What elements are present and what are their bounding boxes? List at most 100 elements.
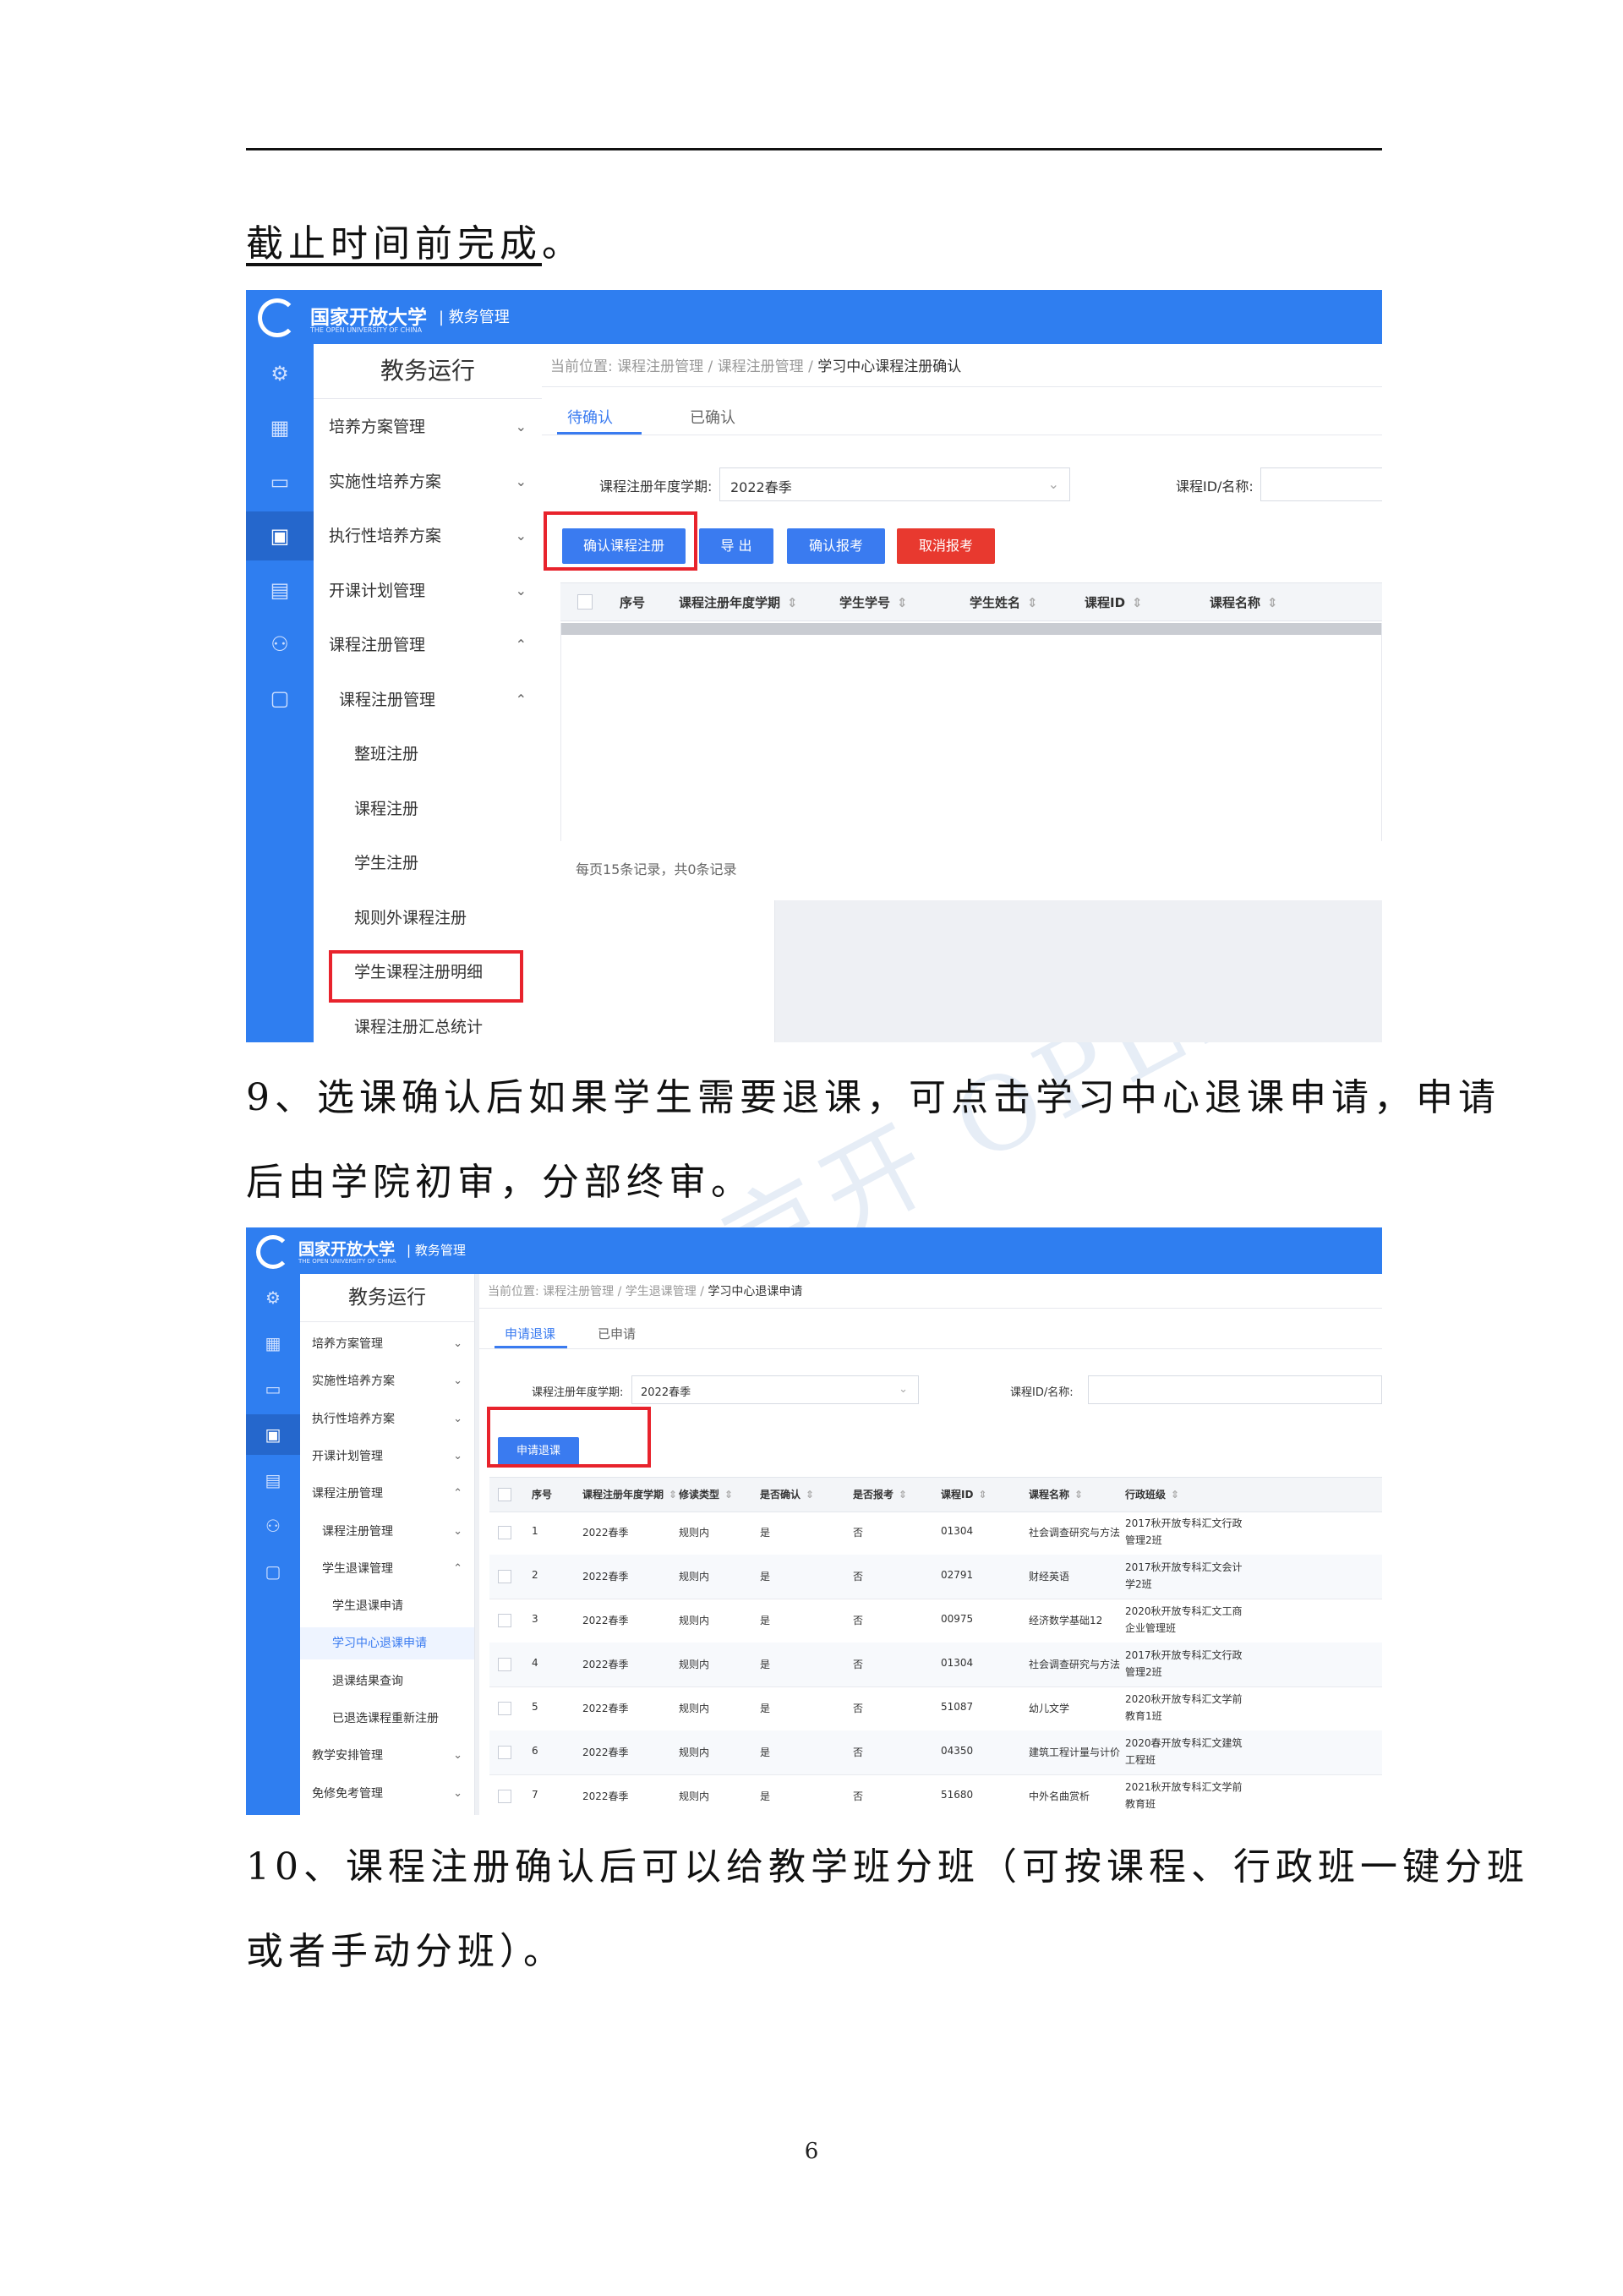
sidebar-item[interactable]: 课程注册 [314,789,542,829]
sidebar-group-item[interactable]: 实施性培养方案 ⌄ [314,462,542,502]
breadcrumb-item[interactable]: 学生退课管理 [626,1285,697,1298]
column-header[interactable]: 行政班级 ⇕ [1125,1487,1179,1501]
column-header[interactable]: 课程注册年度学期 ⇕ [679,593,798,611]
people-icon[interactable]: ⚇ [246,620,314,669]
row-checkbox[interactable] [498,1746,511,1759]
column-header[interactable]: 课程名称 ⇕ [1210,593,1278,611]
sort-icon[interactable]: ⇕ [1027,595,1038,610]
sidebar-item[interactable]: 课程注册管理 ⌃ [300,1478,474,1510]
tab-apply-withdraw[interactable]: 申请退课 [505,1325,555,1342]
course-id-input[interactable] [1260,467,1382,501]
column-header[interactable]: 是否报考 ⇕ [853,1487,907,1501]
term-select[interactable]: 2022春季 ⌄ [719,467,1070,501]
row-checkbox[interactable] [498,1702,511,1715]
column-header[interactable]: 是否确认 ⇕ [760,1487,814,1501]
sidebar-item[interactable]: 教学安排管理 ⌄ [300,1740,474,1772]
sidebar-group-item[interactable]: 开课计划管理 ⌄ [314,571,542,611]
gear-icon[interactable]: ⚙ [246,1277,300,1318]
sidebar-item[interactable]: 培养方案管理 ⌄ [300,1328,474,1360]
table-row[interactable]: 1 2022春季 规则内 是 否 01304 社会调查研究与方法 2017秋开放专科汇文行政管… [489,1511,1382,1555]
sort-icon[interactable]: ⇕ [1074,1489,1083,1501]
row-checkbox[interactable] [498,1526,511,1539]
breadcrumb-item[interactable]: 课程注册管理 [718,358,804,375]
sidebar-item-label: 培养方案管理 [329,418,426,436]
card-icon[interactable]: ▢ [246,1551,300,1592]
screen-icon[interactable]: ▣ [246,511,314,560]
table-row[interactable]: 4 2022春季 规则内 是 否 01304 社会调查研究与方法 2017秋开放专科汇文行政管… [489,1643,1382,1687]
book-icon[interactable]: ▭ [246,457,314,506]
row-checkbox[interactable] [498,1790,511,1803]
confirm-exam-button[interactable]: 确认报考 [787,528,885,564]
sidebar-item[interactable]: 学生退课申请 [300,1590,474,1622]
sidebar-item[interactable]: 已退选课程重新注册 [300,1703,474,1735]
export-button[interactable]: 导 出 [699,528,773,564]
table-body [560,623,1382,841]
sidebar-group-item[interactable]: 课程注册管理 ⌃ [314,625,542,665]
book-icon[interactable]: ▭ [246,1369,300,1409]
sidebar-item[interactable]: 学生退课管理 ⌃ [300,1553,474,1585]
sidebar-item[interactable]: 学习中心退课申请 [300,1627,474,1660]
sidebar-item[interactable]: 课程注册汇总统计 [314,1007,542,1043]
table-row[interactable]: 6 2022春季 规则内 是 否 04350 建筑工程计量与计价 2020春开放专科汇文建筑工… [489,1730,1382,1775]
report-icon[interactable]: ▤ [246,1460,300,1501]
sidebar-item-label: 学生退课管理 [322,1561,393,1576]
sidebar-item[interactable]: 开课计划管理 ⌄ [300,1440,474,1473]
table-row[interactable]: 3 2022春季 规则内 是 否 00975 经济数学基础12 2020秋开放专科汇文工商 企业… [489,1599,1382,1643]
column-header[interactable]: 课程名称 ⇕ [1029,1487,1083,1501]
sidebar-item[interactable]: 执行性培养方案 ⌄ [300,1403,474,1435]
column-header-label: 行政班级 [1125,1489,1167,1501]
sidebar-group-item[interactable]: 课程注册管理 ⌃ [314,680,542,720]
column-header[interactable]: 课程ID ⇕ [941,1487,987,1501]
gear-icon[interactable]: ⚙ [246,349,314,398]
breadcrumb-item[interactable]: 课程注册管理 [617,358,703,375]
screen-icon[interactable]: ▣ [246,1414,300,1455]
sidebar-item[interactable]: 实施性培养方案 ⌄ [300,1365,474,1397]
sort-icon[interactable]: ⇕ [978,1489,986,1501]
sort-icon[interactable]: ⇕ [1132,595,1143,610]
sort-icon[interactable]: ⇕ [897,595,908,610]
column-header[interactable]: 修读类型 ⇕ [679,1487,733,1501]
column-header[interactable]: 序号 [532,1487,552,1501]
cancel-exam-button[interactable]: 取消报考 [897,528,995,564]
sidebar-group-item[interactable]: 执行性培养方案 ⌄ [314,516,542,556]
chevron-up-icon: ⌃ [515,691,527,708]
sidebar-item[interactable]: 整班注册 [314,734,542,774]
sidebar-item[interactable]: 课程注册管理 ⌄ [300,1516,474,1548]
course-id-input[interactable] [1088,1375,1382,1404]
select-all-checkbox[interactable] [577,594,593,610]
people-icon[interactable]: ⚇ [246,1506,300,1546]
sort-icon[interactable]: ⇕ [669,1489,677,1501]
qr-icon[interactable]: ▦ [246,403,314,452]
table-row[interactable]: 5 2022春季 规则内 是 否 51087 幼儿文学 2020秋开放专科汇文学前 教育1班 [489,1686,1382,1731]
column-header[interactable]: 课程注册年度学期 ⇕ [582,1487,677,1501]
table-row[interactable]: 2 2022春季 规则内 是 否 02791 财经英语 2017秋开放专科汇文会计 学2班 [489,1555,1382,1599]
tab-pending[interactable]: 待确认 [567,406,613,428]
row-checkbox[interactable] [498,1614,511,1627]
sort-icon[interactable]: ⇕ [806,1489,814,1501]
column-header[interactable]: 序号 [620,593,645,611]
qr-icon[interactable]: ▦ [246,1323,300,1364]
sidebar-item[interactable]: 规则外课程注册 [314,898,542,938]
row-checkbox[interactable] [498,1570,511,1583]
sidebar-item[interactable]: 免修免考管理 ⌄ [300,1778,474,1810]
breadcrumb-item[interactable]: 课程注册管理 [543,1285,614,1298]
report-icon[interactable]: ▤ [246,566,314,615]
column-header[interactable]: 学生姓名 ⇕ [970,593,1038,611]
card-icon[interactable]: ▢ [246,674,314,723]
tab-applied[interactable]: 已申请 [598,1325,636,1342]
select-all-checkbox[interactable] [498,1488,511,1501]
sort-icon[interactable]: ⇕ [1171,1489,1179,1501]
sidebar-item[interactable]: 学生注册 [314,843,542,883]
sort-icon[interactable]: ⇕ [1267,595,1278,610]
column-header[interactable]: 课程ID ⇕ [1085,593,1143,611]
sidebar-group-item[interactable]: 培养方案管理 ⌄ [314,407,542,447]
sort-icon[interactable]: ⇕ [899,1489,907,1501]
column-header[interactable]: 学生学号 ⇕ [839,593,908,611]
tab-confirmed[interactable]: 已确认 [690,406,735,428]
row-checkbox[interactable] [498,1658,511,1671]
sort-icon[interactable]: ⇕ [724,1489,733,1501]
sidebar-item[interactable]: 退课结果查询 [300,1665,474,1697]
term-select[interactable]: 2022春季 ⌄ [631,1375,919,1404]
sort-icon[interactable]: ⇕ [787,595,798,610]
table-row[interactable]: 7 2022春季 规则内 是 否 51680 中外名曲赏析 2021秋开放专科汇文学前 教育班 [489,1774,1382,1815]
